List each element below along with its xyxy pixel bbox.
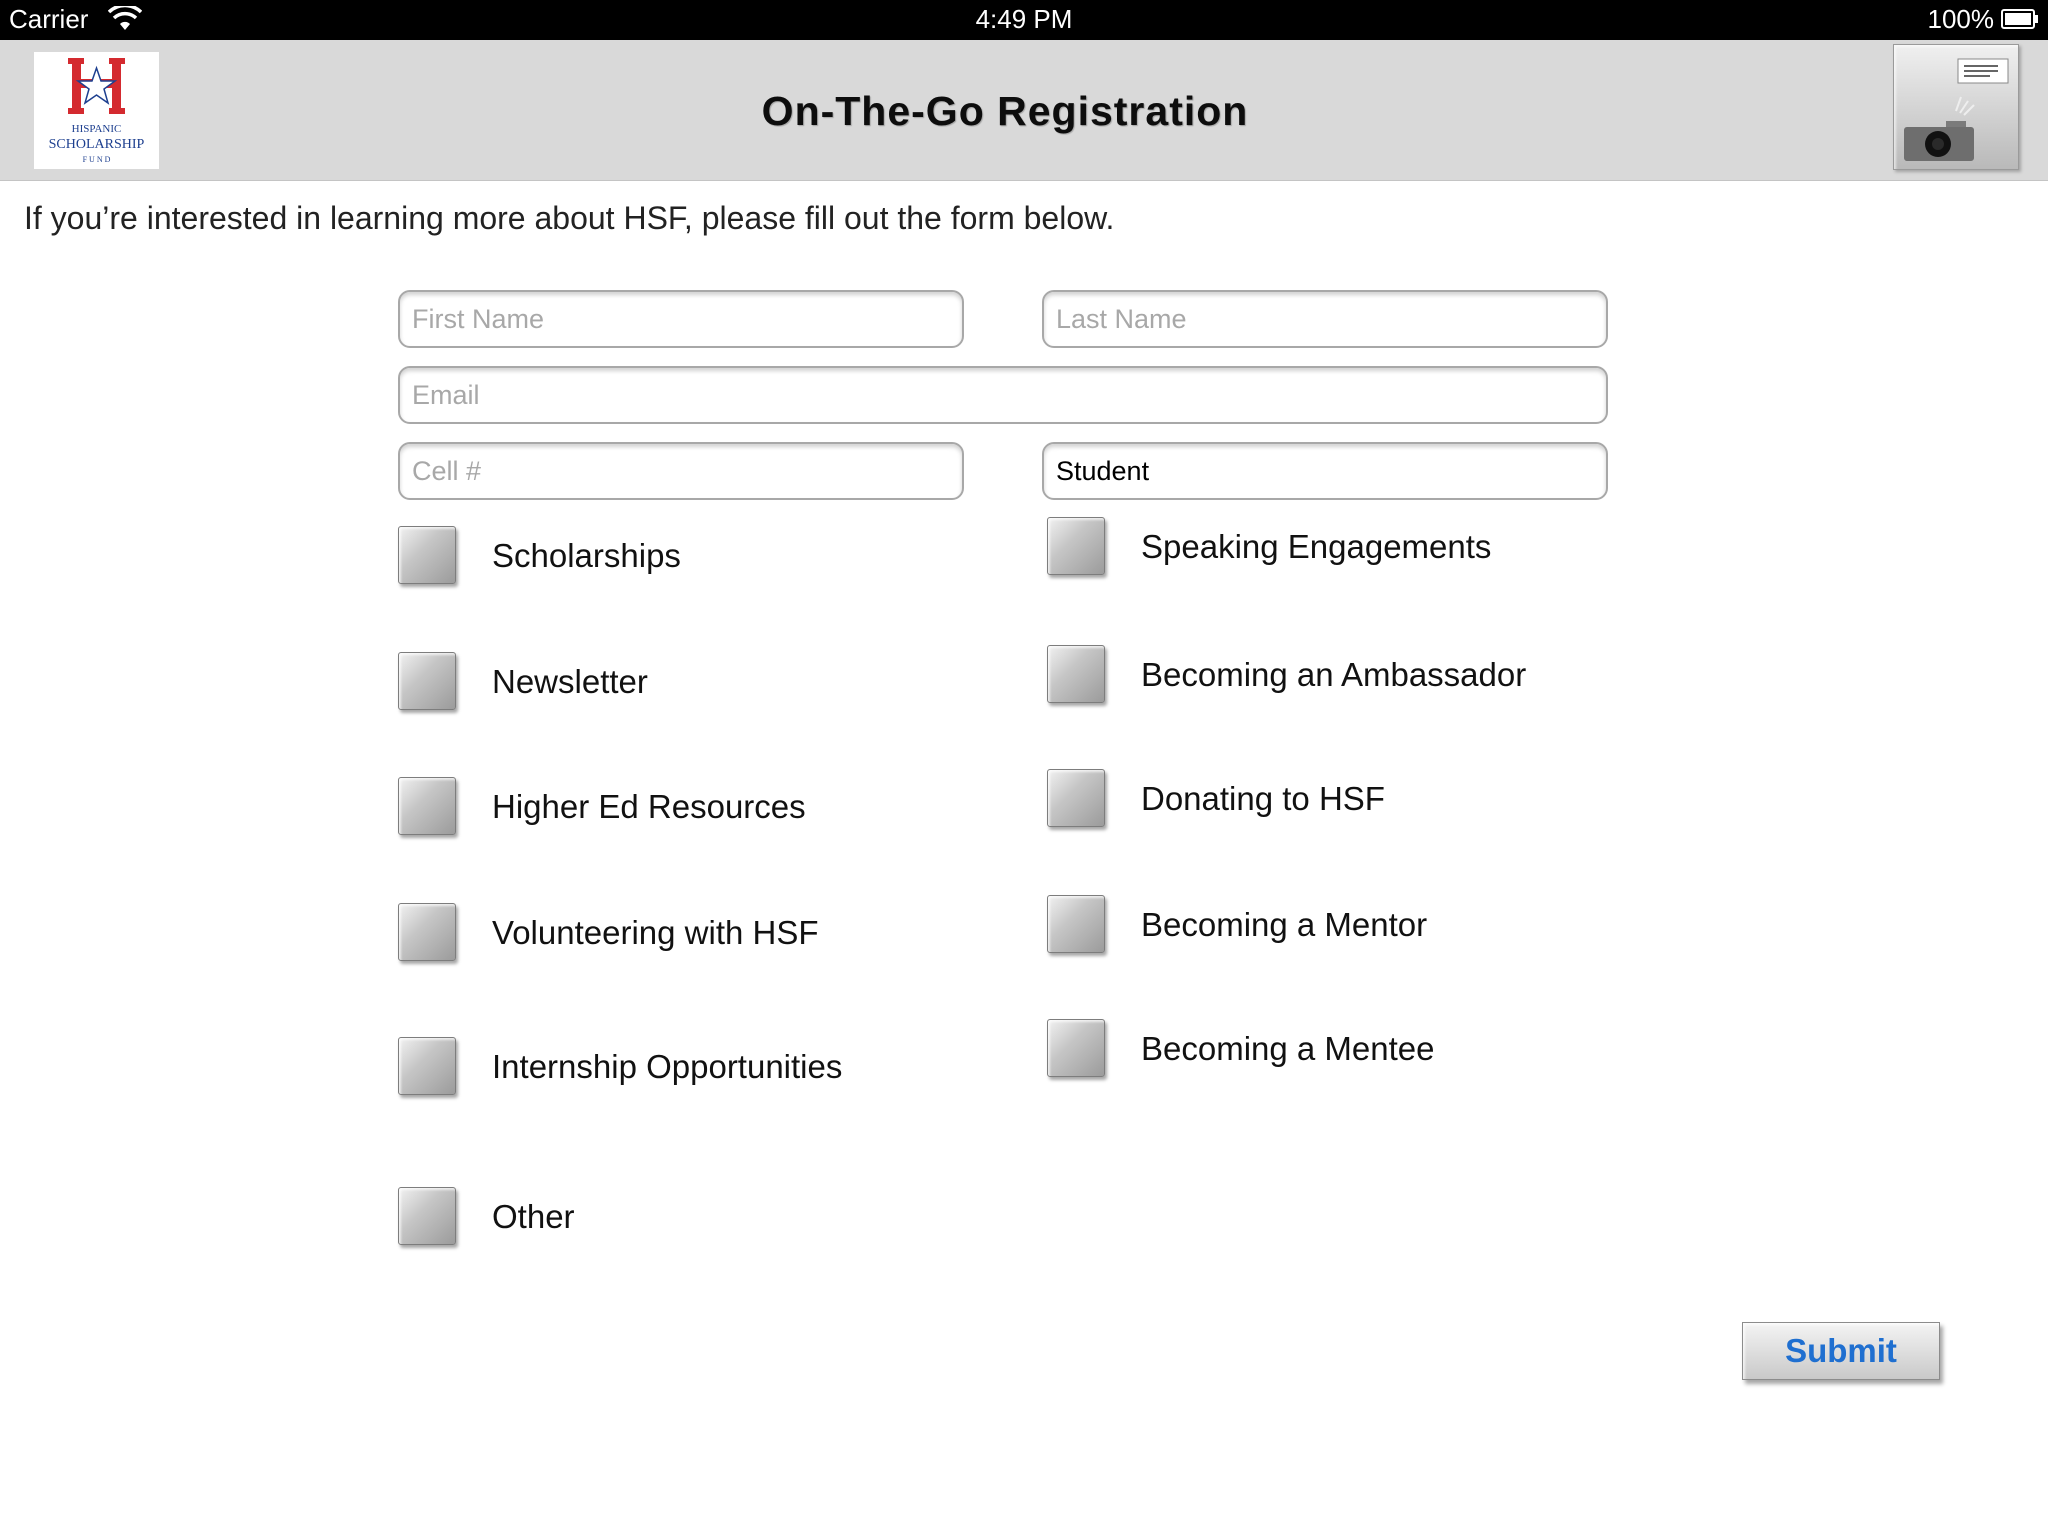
status-bar: Carrier 4:49 PM 100% bbox=[0, 0, 2048, 40]
checkbox-label: Scholarships bbox=[492, 537, 681, 574]
logo-line3: F U N D bbox=[83, 155, 111, 164]
battery-percent: 100% bbox=[1927, 4, 1995, 34]
battery-icon bbox=[2001, 9, 2038, 29]
checkbox[interactable] bbox=[398, 526, 456, 584]
checkbox-label: Internship Opportunities bbox=[492, 1048, 843, 1085]
camera-button[interactable] bbox=[1893, 44, 2019, 170]
checkbox[interactable] bbox=[1047, 517, 1105, 575]
submit-button[interactable]: Submit bbox=[1742, 1322, 1940, 1380]
status-time: 4:49 PM bbox=[975, 4, 1073, 34]
cell-field[interactable] bbox=[398, 442, 964, 500]
checkbox[interactable] bbox=[1047, 769, 1105, 827]
checkbox-label: Becoming a Mentee bbox=[1141, 1030, 1435, 1067]
checkbox[interactable] bbox=[398, 1187, 456, 1245]
checkbox[interactable] bbox=[398, 777, 456, 835]
first-name-field[interactable] bbox=[398, 290, 964, 348]
logo-line2: SCHOLARSHIP bbox=[49, 137, 145, 152]
page-title: On-The-Go Registration bbox=[761, 88, 1249, 134]
checkbox[interactable] bbox=[1047, 1019, 1105, 1077]
camera-icon bbox=[1904, 58, 2009, 161]
intro-text: If you’re interested in learning more ab… bbox=[24, 200, 1115, 236]
checkbox-label: Higher Ed Resources bbox=[492, 788, 806, 825]
checkbox[interactable] bbox=[398, 1037, 456, 1095]
checkbox-label: Newsletter bbox=[492, 663, 648, 700]
checkbox-label: Speaking Engagements bbox=[1141, 528, 1492, 565]
checkbox-label: Volunteering with HSF bbox=[492, 914, 819, 951]
checkbox-label: Becoming an Ambassador bbox=[1141, 656, 1527, 693]
checkbox[interactable] bbox=[1047, 645, 1105, 703]
checkbox[interactable] bbox=[1047, 895, 1105, 953]
email-field[interactable] bbox=[398, 366, 1608, 424]
last-name-field[interactable] bbox=[1042, 290, 1608, 348]
registrant-type-field[interactable] bbox=[1042, 442, 1608, 500]
checkbox-label: Becoming a Mentor bbox=[1141, 906, 1428, 943]
header-bar: HISPANIC SCHOLARSHIP F U N D On-The-Go R… bbox=[0, 40, 2048, 181]
checkbox-label: Other bbox=[492, 1198, 575, 1235]
checkbox-label: Donating to HSF bbox=[1141, 780, 1385, 817]
checkbox[interactable] bbox=[398, 903, 456, 961]
checkbox[interactable] bbox=[398, 652, 456, 710]
